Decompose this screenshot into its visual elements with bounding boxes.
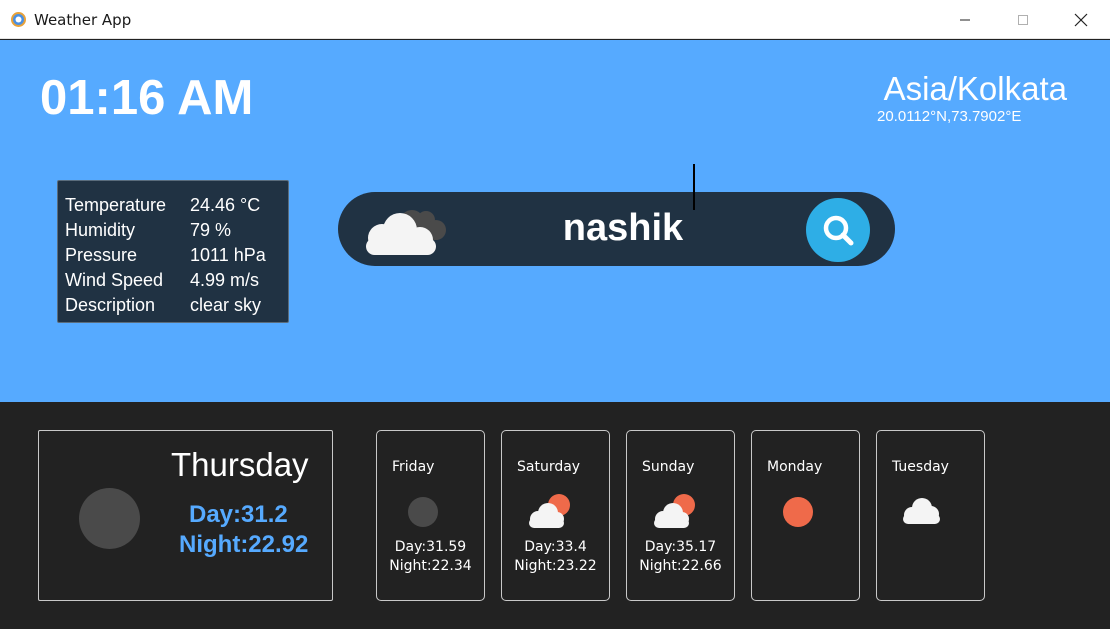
clock: 01:16 AM	[40, 71, 254, 125]
weather-info-box: Temperature 24.46 °C Humidity 79 % Press…	[57, 180, 289, 323]
forecast-night-temp: Night:22.66	[639, 558, 722, 574]
main-panel: 01:16 AM Asia/Kolkata 20.0112°N,73.7902°…	[0, 40, 1110, 402]
minimize-button[interactable]	[936, 0, 994, 39]
info-value: 24.46 °C	[190, 195, 261, 215]
search-bar	[338, 192, 895, 266]
forecast-day: Tuesday	[892, 459, 949, 475]
moon-icon	[408, 497, 438, 527]
partly-cloudy-icon	[654, 494, 695, 528]
today-night-temp: Night:22.92	[179, 531, 309, 558]
cloud-icon	[903, 498, 940, 524]
forecast-panel: Thursday Day:31.2 Night:22.92 Friday Day…	[0, 402, 1110, 629]
forecast-night-temp: Night:23.22	[514, 558, 597, 574]
info-label: Description	[65, 295, 156, 315]
city-search-input[interactable]	[458, 204, 788, 252]
info-value: 1011 hPa	[190, 245, 266, 265]
forecast-day: Sunday	[642, 459, 695, 475]
cloud-icon	[366, 210, 446, 255]
info-value: clear sky	[190, 295, 262, 315]
partly-cloudy-icon	[529, 494, 570, 528]
search-icon	[823, 215, 854, 246]
forecast-day-temp: Day:33.4	[524, 539, 587, 555]
title-bar: Weather App	[0, 0, 1110, 39]
text-cursor	[693, 164, 695, 210]
today-card: Thursday Day:31.2 Night:22.92	[38, 430, 333, 601]
forecast-card-tuesday: Tuesday	[876, 430, 985, 601]
coordinates: 20.0112°N,73.7902°E	[877, 108, 1022, 125]
window-title: Weather App	[34, 11, 132, 29]
forecast-day: Monday	[767, 459, 823, 475]
info-row-temperature: Temperature 24.46 °C	[65, 193, 288, 218]
forecast-night-temp: Night:22.34	[389, 558, 472, 574]
forecast-card-saturday: Saturday Day:33.4 Night:23.22	[501, 430, 610, 601]
today-day-temp: Day:31.2	[189, 501, 288, 528]
forecast-day-temp: Day:35.17	[644, 539, 717, 555]
close-icon	[1074, 13, 1088, 26]
info-label: Temperature	[65, 195, 167, 215]
info-value: 4.99 m/s	[190, 270, 260, 290]
forecast-card-monday: Monday	[751, 430, 860, 601]
close-button[interactable]	[1052, 0, 1110, 39]
info-row-humidity: Humidity 79 %	[65, 218, 288, 243]
app-icon	[11, 12, 26, 27]
timezone: Asia/Kolkata	[883, 70, 1067, 107]
forecast-day: Friday	[392, 459, 435, 475]
info-label: Pressure	[65, 245, 138, 265]
moon-icon	[79, 488, 140, 549]
maximize-button[interactable]	[994, 0, 1052, 39]
info-row-pressure: Pressure 1011 hPa	[65, 243, 288, 268]
today-day: Thursday	[171, 446, 309, 483]
sun-icon	[783, 497, 813, 527]
forecast-day-temp: Day:31.59	[394, 539, 467, 555]
search-button[interactable]	[806, 198, 870, 262]
info-label: Wind Speed	[65, 270, 164, 290]
info-row-description: Description clear sky	[65, 293, 288, 318]
info-label: Humidity	[65, 220, 136, 240]
info-row-wind-speed: Wind Speed 4.99 m/s	[65, 268, 288, 293]
forecast-day: Saturday	[517, 459, 581, 475]
forecast-card-sunday: Sunday Day:35.17 Night:22.66	[626, 430, 735, 601]
info-value: 79 %	[190, 220, 232, 240]
forecast-card-friday: Friday Day:31.59 Night:22.34	[376, 430, 485, 601]
maximize-icon	[1018, 14, 1028, 25]
minimize-icon	[960, 19, 970, 20]
